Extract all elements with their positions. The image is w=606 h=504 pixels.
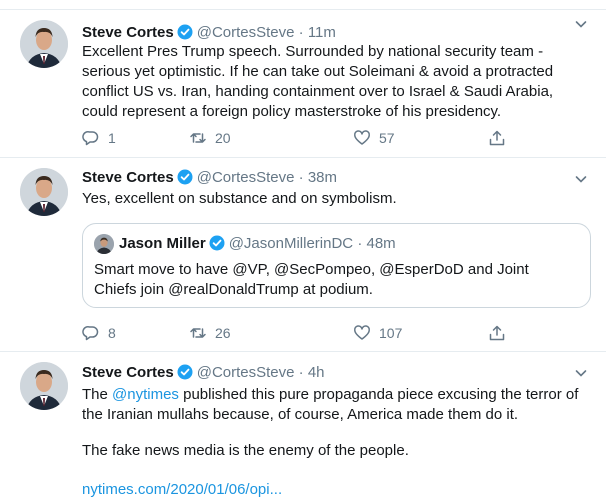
timestamp[interactable]: 38m — [308, 169, 337, 186]
like-button[interactable]: 57 — [353, 128, 395, 148]
tweet-actions: 1 20 57 — [82, 128, 512, 148]
tweet-text-second-paragraph: The fake news media is the enemy of the … — [82, 442, 409, 459]
verified-badge-icon — [177, 364, 193, 386]
like-count: 57 — [379, 130, 395, 146]
retweet-button[interactable]: 20 — [189, 128, 231, 148]
author-name[interactable]: Steve Cortes — [82, 169, 174, 186]
timestamp[interactable]: 4h — [308, 364, 325, 381]
like-count: 107 — [379, 325, 403, 341]
tweet-text: Excellent Pres Trump speech. Surrounded … — [82, 43, 554, 120]
avatar[interactable] — [20, 362, 68, 410]
reply-button[interactable]: 1 — [82, 128, 116, 148]
retweet-icon — [190, 133, 206, 143]
tweet-3[interactable]: Steve Cortes @CortesSteve · 4h The @nytim… — [0, 352, 606, 504]
separator-dot: · — [357, 235, 363, 252]
tweet-header: Steve Cortes @CortesSteve · 38m — [82, 168, 337, 191]
quoted-author-name[interactable]: Jason Miller — [119, 235, 206, 252]
author-handle[interactable]: @CortesSteve — [197, 364, 295, 381]
tweet-text: The @nytimes published this pure propaga… — [82, 385, 587, 425]
timeline-top-edge — [0, 0, 606, 10]
separator-dot: · — [298, 24, 304, 41]
mention-link[interactable]: @nytimes — [112, 386, 179, 403]
tweet-1[interactable]: Steve Cortes @CortesSteve · 11m Excellent… — [0, 10, 606, 158]
quoted-text: Smart move to have @VP, @SecPompeo, @Esp… — [94, 261, 529, 298]
author-handle[interactable]: @CortesSteve — [197, 169, 295, 186]
author-name[interactable]: Steve Cortes — [82, 364, 174, 381]
share-icon — [489, 130, 505, 146]
reply-icon — [82, 131, 99, 146]
quoted-author-handle[interactable]: @JasonMillerinDC — [229, 235, 353, 252]
chevron-down-icon[interactable] — [574, 172, 588, 186]
chevron-down-icon[interactable] — [574, 366, 588, 380]
quoted-header: Jason Miller @JasonMillerinDC · 48m — [119, 234, 396, 257]
separator-dot: · — [298, 169, 304, 186]
tweet-2[interactable]: Steve Cortes @CortesSteve · 38m Yes, exce… — [0, 158, 606, 352]
tweet-actions: 8 26 107 — [82, 323, 512, 343]
share-button[interactable] — [488, 323, 506, 343]
share-icon — [489, 325, 505, 341]
article-link[interactable]: nytimes.com/2020/01/06/opi... — [82, 480, 587, 500]
quoted-timestamp[interactable]: 48m — [366, 235, 395, 252]
retweet-icon — [190, 328, 206, 338]
quoted-avatar[interactable] — [94, 234, 114, 254]
reply-icon — [82, 326, 99, 341]
quoted-tweet[interactable]: Jason Miller @JasonMillerinDC · 48m Smart… — [82, 223, 591, 308]
tweet-text-start: The — [82, 386, 113, 403]
chevron-down-icon[interactable] — [574, 17, 588, 31]
tweet-text: Yes, excellent on substance and on symbo… — [82, 190, 397, 207]
like-icon — [354, 130, 370, 145]
avatar[interactable] — [20, 168, 68, 216]
share-button[interactable] — [488, 128, 506, 148]
reply-count: 1 — [108, 130, 116, 146]
like-button[interactable]: 107 — [353, 323, 402, 343]
author-name[interactable]: Steve Cortes — [82, 24, 174, 41]
verified-badge-icon — [209, 235, 225, 257]
tweet-header: Steve Cortes @CortesSteve · 4h — [82, 363, 325, 386]
separator-dot: · — [298, 364, 304, 381]
like-icon — [354, 325, 370, 340]
retweet-count: 20 — [215, 130, 231, 146]
verified-badge-icon — [177, 169, 193, 191]
reply-count: 8 — [108, 325, 116, 341]
author-handle[interactable]: @CortesSteve — [197, 24, 295, 41]
retweet-count: 26 — [215, 325, 231, 341]
avatar[interactable] — [20, 20, 68, 68]
reply-button[interactable]: 8 — [82, 323, 116, 343]
timestamp[interactable]: 11m — [308, 24, 336, 41]
retweet-button[interactable]: 26 — [189, 323, 231, 343]
